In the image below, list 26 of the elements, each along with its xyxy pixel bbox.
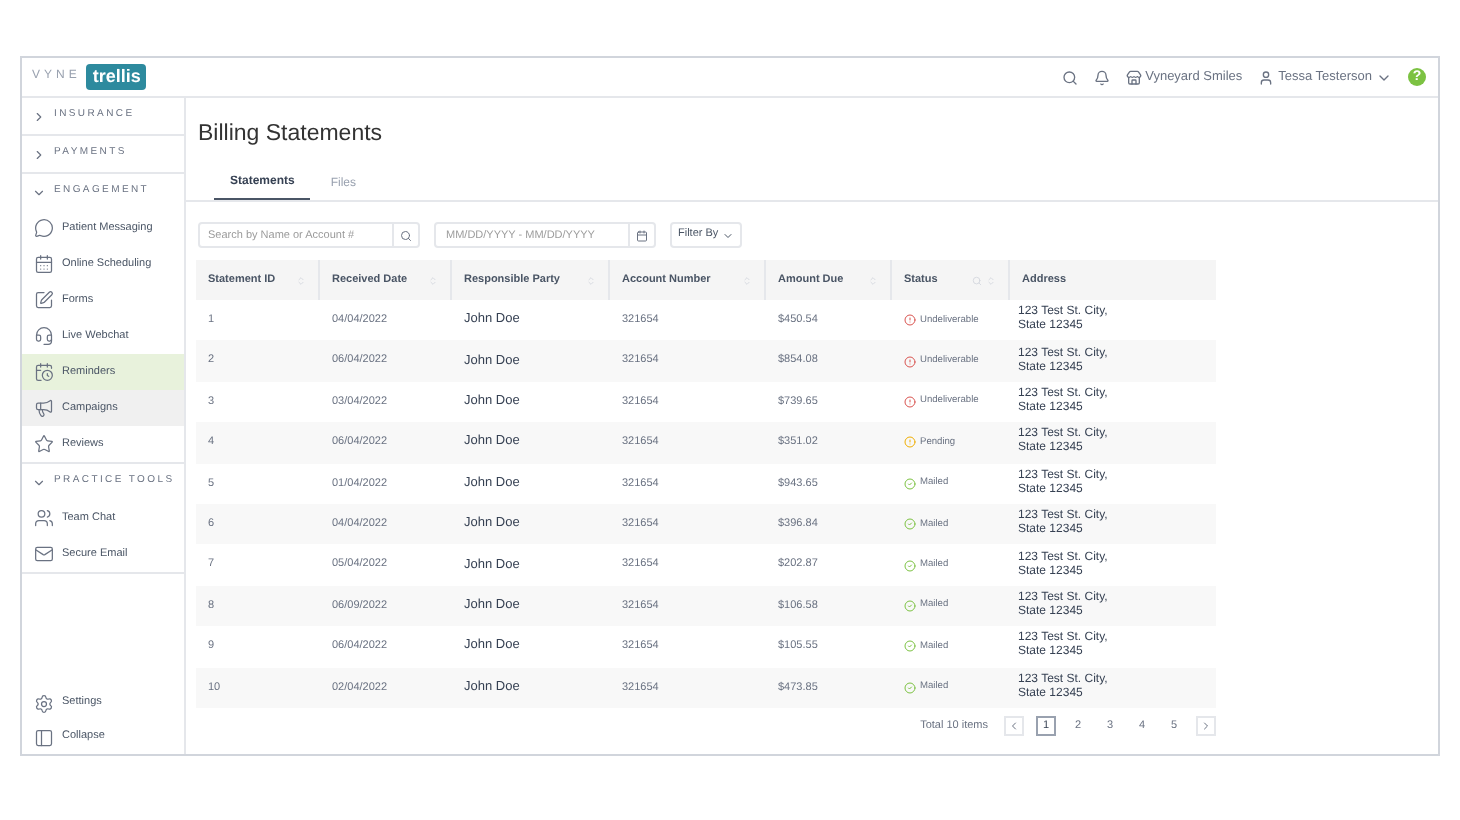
mail-icon	[34, 544, 54, 564]
page-title: Billing Statements	[196, 120, 385, 150]
user-icon	[1258, 69, 1275, 85]
caret-icon	[722, 229, 735, 241]
previous-page-button[interactable]	[1004, 715, 1024, 736]
calendar-button[interactable]	[630, 222, 656, 248]
store-icon	[1125, 69, 1142, 85]
star-icon	[34, 434, 54, 454]
chevron-left-icon	[1008, 719, 1020, 732]
people-icon	[34, 508, 54, 528]
panel-icon	[34, 727, 54, 747]
logo: trellis	[86, 64, 147, 90]
search-icon	[400, 229, 412, 241]
edit-icon	[34, 290, 54, 310]
calendar-icon	[636, 229, 648, 241]
megaphone-icon	[34, 398, 54, 418]
chevron-right-icon	[1200, 719, 1212, 732]
headset-icon	[34, 326, 54, 346]
search-button[interactable]	[394, 222, 420, 248]
next-page-button[interactable]	[1196, 715, 1216, 736]
calendar-icon	[34, 362, 54, 382]
calendar-icon	[34, 254, 54, 274]
chat-bubble-icon	[34, 218, 54, 238]
settings-icon	[34, 693, 54, 713]
bell-icon[interactable]	[1093, 69, 1110, 85]
search-icon[interactable]	[1061, 69, 1078, 85]
